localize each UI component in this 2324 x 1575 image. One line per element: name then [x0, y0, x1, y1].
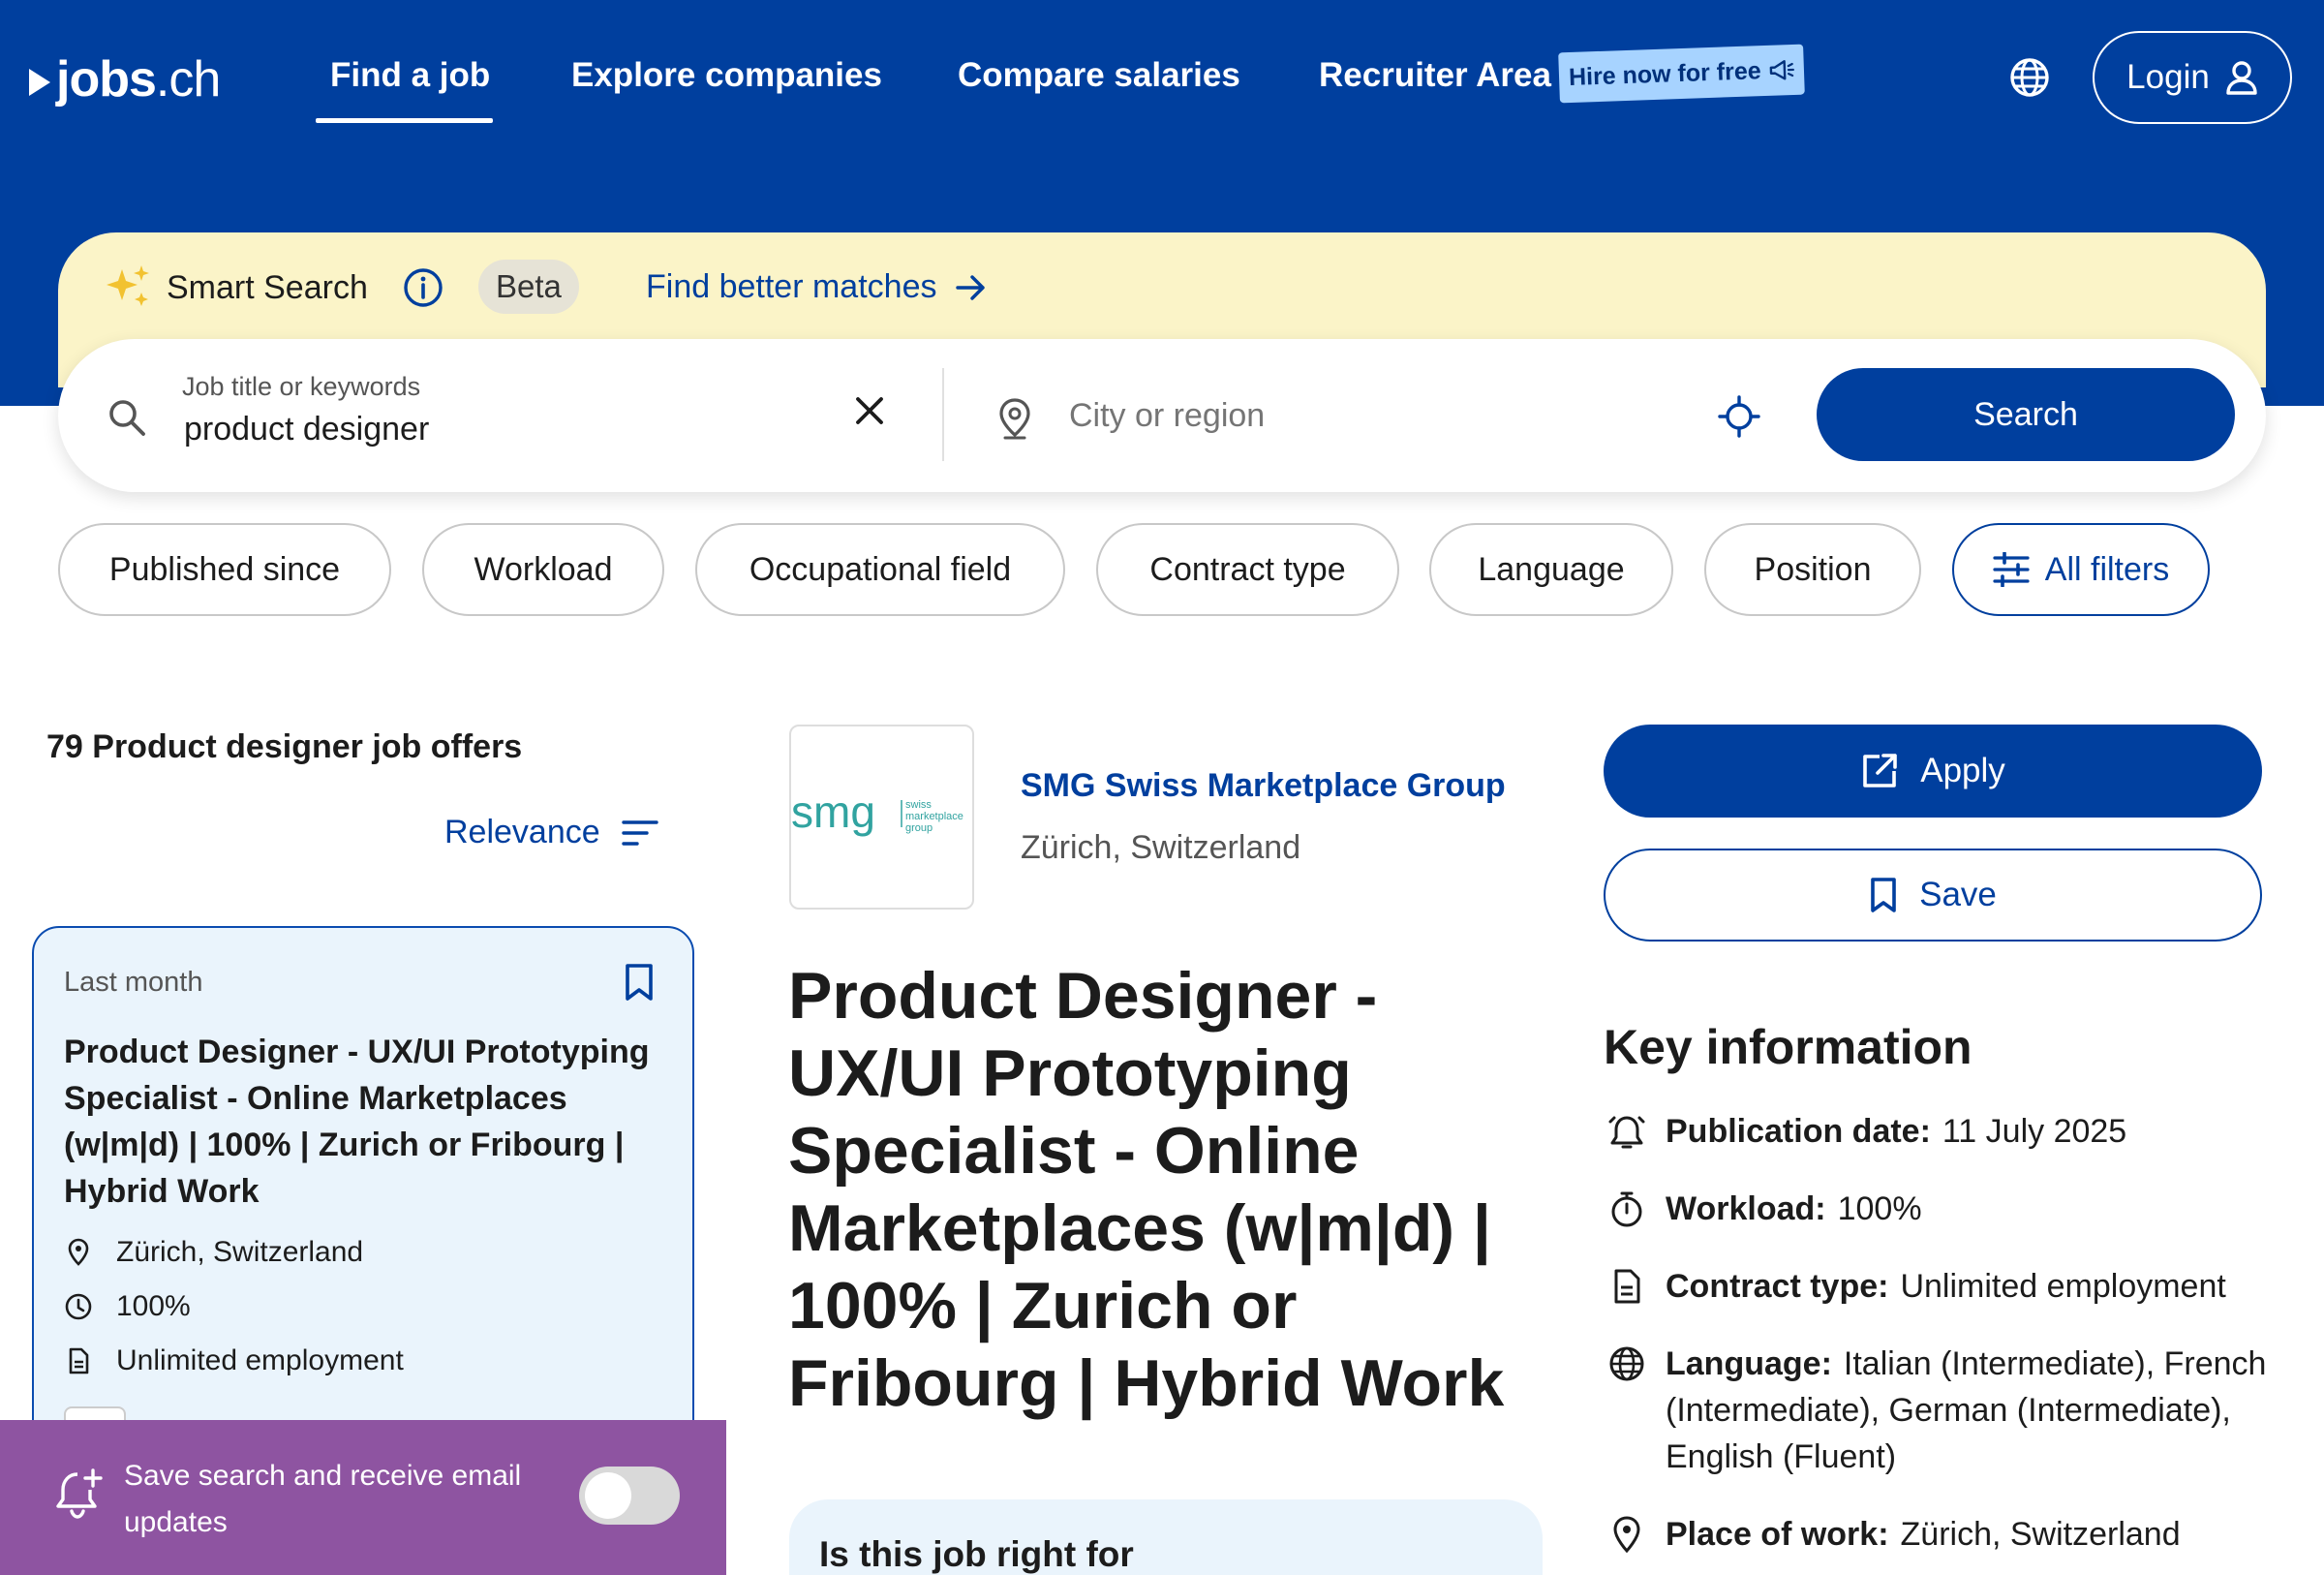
smart-search-label: Smart Search [167, 269, 368, 306]
company-logo[interactable]: smg swiss marketplace group [789, 725, 974, 910]
search-divider [942, 368, 944, 461]
filter-workload[interactable]: Workload [422, 523, 664, 616]
nav-active-indicator [316, 118, 493, 123]
smg-logo: smg swiss marketplace group [791, 787, 963, 837]
svg-text:swiss: swiss [905, 799, 932, 811]
job-card-workload: 100% [64, 1290, 191, 1323]
svg-text:group: group [905, 822, 933, 834]
key-info-place-of-work: Place of work: Zürich, Switzerland [1607, 1511, 2285, 1558]
bookmark-icon [1871, 878, 1896, 912]
sort-label: Relevance [444, 814, 600, 850]
job-card-title[interactable]: Product Designer - UX/UI Prototyping Spe… [64, 1029, 664, 1215]
megaphone-icon [1769, 60, 1794, 80]
find-better-matches-label: Find better matches [646, 268, 937, 305]
contract-value: Unlimited employment [1900, 1268, 2226, 1305]
apply-button[interactable]: Apply [1604, 725, 2262, 818]
locate-me-icon[interactable] [1718, 395, 1760, 438]
bookmark-icon[interactable] [624, 963, 655, 1002]
job-card-location-text: Zürich, Switzerland [116, 1236, 364, 1268]
keyword-input[interactable]: product designer [184, 411, 429, 448]
filter-position[interactable]: Position [1704, 523, 1921, 616]
job-card-workload-text: 100% [116, 1290, 191, 1322]
publication-label: Publication date: [1666, 1113, 1931, 1150]
keyword-field-label: Job title or keywords [182, 372, 421, 401]
external-link-icon [1863, 754, 1898, 788]
filter-occupational-field[interactable]: Occupational field [695, 523, 1065, 616]
language-label: Language: [1666, 1345, 1832, 1382]
place-value: Zürich, Switzerland [1900, 1516, 2181, 1553]
document-icon [69, 1347, 89, 1374]
clock-icon [65, 1293, 92, 1320]
apply-label: Apply [1920, 752, 2005, 789]
site-logo[interactable]: jobs.ch [29, 50, 221, 108]
save-label: Save [1919, 876, 1997, 913]
hire-badge-label: Hire now for free [1568, 56, 1762, 91]
nav-find-a-job[interactable]: Find a job [330, 56, 490, 95]
globe-icon [1609, 1346, 1644, 1381]
job-card-location: Zürich, Switzerland [64, 1236, 363, 1269]
results-count: 79 Product designer job offers [46, 728, 523, 765]
all-filters-label: All filters [2044, 550, 2170, 588]
location-pin-icon [999, 398, 1030, 440]
key-info-workload: Workload: 100% [1607, 1186, 2285, 1232]
company-name-link[interactable]: SMG Swiss Marketplace Group [1021, 767, 1506, 805]
nav-compare-salaries[interactable]: Compare salaries [958, 56, 1240, 95]
workload-value: 100% [1837, 1190, 1922, 1227]
location-pin-icon [68, 1238, 89, 1266]
language-globe-icon[interactable] [2008, 56, 2051, 99]
arrow-right-icon [956, 274, 986, 300]
beta-badge: Beta [478, 260, 579, 314]
city-input[interactable]: City or region [1069, 397, 1265, 435]
all-filters-button[interactable]: All filters [1952, 523, 2210, 616]
nav-explore-companies[interactable]: Explore companies [571, 56, 882, 95]
job-card-contract: Unlimited employment [64, 1344, 404, 1377]
search-button[interactable]: Search [1817, 368, 2235, 461]
sort-icon [621, 819, 658, 846]
login-label: Login [2126, 58, 2210, 96]
bell-plus-icon [56, 1468, 103, 1519]
info-icon[interactable] [403, 267, 443, 308]
bell-icon [1608, 1116, 1645, 1149]
job-title: Product Designer - UX/UI Prototyping Spe… [788, 959, 1505, 1420]
place-label: Place of work: [1666, 1516, 1889, 1553]
toggle-knob [585, 1472, 631, 1519]
sparkle-icon [107, 265, 149, 306]
workload-label: Workload: [1666, 1190, 1826, 1227]
clear-icon[interactable] [852, 393, 887, 428]
filter-published-since[interactable]: Published since [58, 523, 391, 616]
svg-text:marketplace: marketplace [905, 811, 963, 822]
save-job-button[interactable]: Save [1604, 849, 2262, 942]
filter-contract-type[interactable]: Contract type [1096, 523, 1399, 616]
company-location: Zürich, Switzerland [1021, 829, 1301, 866]
publication-value: 11 July 2025 [1942, 1113, 2127, 1150]
save-search-text: Save search and receive email updates [124, 1460, 522, 1538]
key-information-title: Key information [1604, 1020, 1972, 1074]
filter-language[interactable]: Language [1429, 523, 1673, 616]
key-info-language: Language: Italian (Intermediate), French … [1607, 1341, 2285, 1480]
key-info-publication-date: Publication date: 11 July 2025 [1607, 1108, 2285, 1155]
job-card-contract-text: Unlimited employment [116, 1344, 404, 1376]
job-card-date: Last month [64, 967, 203, 998]
stopwatch-icon [1611, 1191, 1642, 1227]
save-search-toggle[interactable] [579, 1467, 680, 1525]
document-icon [1614, 1269, 1640, 1304]
sliders-icon [1993, 552, 2030, 587]
job-fit-title: Is this job right for [819, 1534, 1134, 1574]
nav-recruiter-area[interactable]: Recruiter Area [1319, 56, 1551, 95]
svg-text:smg: smg [791, 787, 875, 837]
logo-text: jobs.ch [56, 51, 221, 108]
find-better-matches-link[interactable]: Find better matches [646, 268, 987, 306]
search-icon [109, 400, 145, 436]
hire-now-badge[interactable]: Hire now for free [1558, 44, 1805, 104]
location-pin-icon [1613, 1516, 1640, 1554]
sort-relevance-button[interactable]: Relevance [444, 814, 658, 851]
user-icon [2226, 61, 2257, 95]
login-button[interactable]: Login [2093, 31, 2292, 124]
contract-label: Contract type: [1666, 1268, 1889, 1305]
logo-arrow-icon [29, 69, 50, 96]
key-info-contract-type: Contract type: Unlimited employment [1607, 1263, 2285, 1310]
